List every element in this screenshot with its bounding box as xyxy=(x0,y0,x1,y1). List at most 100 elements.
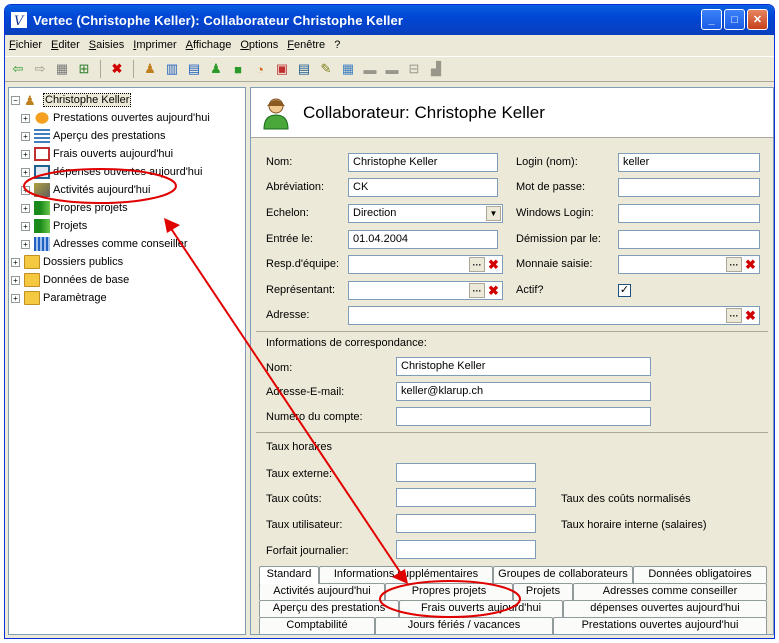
echelon-select[interactable]: Direction ▼ xyxy=(348,204,503,223)
expand-icon[interactable]: + xyxy=(21,131,30,141)
mot-de-passe-field[interactable] xyxy=(618,178,760,197)
tree-icon[interactable]: ⊟ xyxy=(405,60,423,78)
menu-help[interactable]: ? xyxy=(334,39,340,51)
resp-equipe-field[interactable]: ··· ✖ xyxy=(348,255,503,274)
representant-field[interactable]: ··· ✖ xyxy=(348,281,503,300)
abreviation-field[interactable]: CK xyxy=(348,178,498,197)
tree-node-donnees-base[interactable]: + Données de base xyxy=(11,272,129,288)
title-bar[interactable]: V Vertec (Christophe Keller): Collaborat… xyxy=(5,5,774,35)
menu-fichier[interactable]: Fichier xyxy=(9,39,42,51)
tree-node-projets[interactable]: + Projets xyxy=(21,218,87,234)
expand-icon[interactable]: + xyxy=(11,293,20,303)
expand-icon[interactable]: + xyxy=(21,203,30,213)
chevron-down-icon[interactable]: ▼ xyxy=(486,206,501,221)
tree-node-prestations-ouvertes[interactable]: + Prestations ouvertes aujourd'hui xyxy=(21,110,210,126)
tree-node-activites[interactable]: + Activités aujourd'hui xyxy=(21,182,151,198)
tree-node-dossiers-publics[interactable]: + Dossiers publics xyxy=(11,254,123,270)
forward-arrow-icon[interactable]: ⇨ xyxy=(31,60,49,78)
browse-icon[interactable]: ··· xyxy=(726,308,742,323)
tree-node-adresses[interactable]: + Adresses comme conseiller xyxy=(21,236,188,252)
browse-icon[interactable]: ··· xyxy=(726,257,742,272)
tab-standard[interactable]: Standard xyxy=(259,566,319,584)
menu-imprimer[interactable]: Imprimer xyxy=(133,39,176,51)
menu-options[interactable]: Options xyxy=(240,39,278,51)
tab-depenses-ouvertes[interactable]: dépenses ouvertes aujourd'hui xyxy=(563,600,767,617)
chart-icon[interactable]: ▟ xyxy=(427,60,445,78)
tab-activites[interactable]: Activités aujourd'hui xyxy=(259,583,385,600)
taux-utilisateur-field[interactable] xyxy=(396,514,536,533)
tree-node-parametrage[interactable]: + Paramètrage xyxy=(11,290,107,306)
notes-icon[interactable]: ▤ xyxy=(295,60,313,78)
expand-icon[interactable]: + xyxy=(11,257,20,267)
tree-node-label: Propres projets xyxy=(53,202,128,214)
person-icon[interactable]: ♟ xyxy=(141,60,159,78)
tab-jours-feries[interactable]: Jours fériés / vacances xyxy=(375,617,553,634)
tab-projets[interactable]: Projets xyxy=(513,583,573,600)
actif-checkbox[interactable]: ✓ xyxy=(618,284,631,297)
maximize-button[interactable]: □ xyxy=(724,9,745,30)
tree-node-root[interactable]: − ♟ Christophe Keller xyxy=(11,92,132,108)
clear-icon[interactable]: ✖ xyxy=(743,257,758,272)
delete-icon[interactable]: ✖ xyxy=(108,60,126,78)
expand-icon[interactable]: + xyxy=(11,275,20,285)
person-green-icon[interactable]: ♟ xyxy=(207,60,225,78)
tab-donnees-obligatoires[interactable]: Données obligatoires xyxy=(633,566,767,583)
expand-icon[interactable]: + xyxy=(21,149,30,159)
menu-saisies[interactable]: Saisies xyxy=(89,39,124,51)
expand-icon[interactable]: + xyxy=(21,185,30,195)
tab-apercu-prestations[interactable]: Aperçu des prestations xyxy=(259,600,399,617)
menu-affichage[interactable]: Affichage xyxy=(186,39,232,51)
demission-field[interactable] xyxy=(618,230,760,249)
clear-icon[interactable]: ✖ xyxy=(743,308,758,323)
entree-field[interactable]: 01.04.2004 xyxy=(348,230,498,249)
expand-icon[interactable]: + xyxy=(21,167,30,177)
expand-icon[interactable]: + xyxy=(21,113,30,123)
clear-icon[interactable]: ✖ xyxy=(486,283,501,298)
buildings-icon[interactable]: ▤ xyxy=(185,60,203,78)
menu-fenetre[interactable]: Fenêtre xyxy=(287,39,325,51)
adresse-field[interactable]: ··· ✖ xyxy=(348,306,760,325)
list-icon[interactable]: ▬ xyxy=(383,60,401,78)
building-icon[interactable]: ▥ xyxy=(163,60,181,78)
edit-icon[interactable]: ✎ xyxy=(317,60,335,78)
tab-prestations-ouvertes[interactable]: Prestations ouvertes aujourd'hui xyxy=(553,617,767,634)
project-icon[interactable]: ■ xyxy=(229,60,247,78)
forfait-field[interactable] xyxy=(396,540,536,559)
tree-node-depenses-ouvertes[interactable]: + dépenses ouvertes aujourd'hui xyxy=(21,164,202,180)
tree-node-propres-projets[interactable]: + Propres projets xyxy=(21,200,128,216)
nom-field[interactable]: Christophe Keller xyxy=(348,153,498,172)
tab-comptabilite[interactable]: Comptabilité xyxy=(259,617,375,634)
monnaie-field[interactable]: ··· ✖ xyxy=(618,255,760,274)
browse-icon[interactable]: ··· xyxy=(469,257,485,272)
collapse-icon[interactable]: − xyxy=(11,95,20,105)
folder-icon[interactable]: ▬ xyxy=(361,60,379,78)
expand-icon[interactable]: + xyxy=(21,221,30,231)
windows-login-field[interactable] xyxy=(618,204,760,223)
taux-externe-field[interactable] xyxy=(396,463,536,482)
corr-nom-field[interactable]: Christophe Keller xyxy=(396,357,651,376)
menu-editer[interactable]: Editer xyxy=(51,39,80,51)
tab-informations-supplementaires[interactable]: Informations supplémentaires xyxy=(319,566,493,583)
tree-node-frais-ouverts[interactable]: + Frais ouverts aujourd'hui xyxy=(21,146,173,162)
tree-node-apercu-prestations[interactable]: + Aperçu des prestations xyxy=(21,128,166,144)
tab-adresses[interactable]: Adresses comme conseiller xyxy=(573,583,767,600)
taux-couts-field[interactable] xyxy=(396,488,536,507)
tab-groupes-collaborateurs[interactable]: Groupes de collaborateurs xyxy=(493,566,633,583)
minimize-button[interactable]: _ xyxy=(701,9,722,30)
panel-header: Collaborateur: Christophe Keller xyxy=(251,88,773,138)
document-icon[interactable]: ▣ xyxy=(273,60,291,78)
close-button[interactable]: ✕ xyxy=(747,9,768,30)
email-field[interactable]: keller@klarup.ch xyxy=(396,382,651,401)
browse-icon[interactable]: ··· xyxy=(469,283,485,298)
clock-icon[interactable]: ◔ xyxy=(251,60,269,78)
login-field[interactable]: keller xyxy=(618,153,760,172)
table-icon[interactable]: ▦ xyxy=(339,60,357,78)
back-arrow-icon[interactable]: ⇦ xyxy=(9,60,27,78)
compte-field[interactable] xyxy=(396,407,651,426)
grid-icon[interactable]: ▦ xyxy=(53,60,71,78)
tree-view-icon[interactable]: ⊞ xyxy=(75,60,93,78)
tab-propres-projets[interactable]: Propres projets xyxy=(385,583,513,600)
tab-frais-ouverts[interactable]: Frais ouverts aujourd'hui xyxy=(399,600,563,617)
clear-icon[interactable]: ✖ xyxy=(486,257,501,272)
expand-icon[interactable]: + xyxy=(21,239,30,249)
